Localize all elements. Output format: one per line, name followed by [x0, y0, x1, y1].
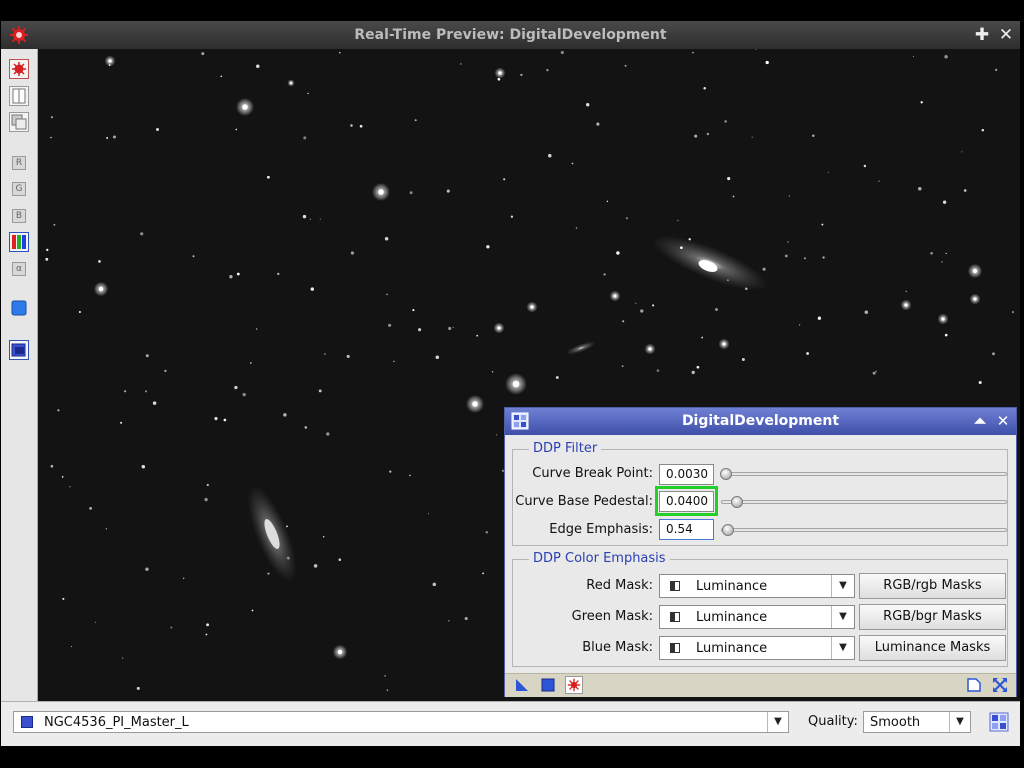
rgb-channels-icon	[12, 235, 26, 249]
rgb-rgb-masks-button[interactable]: RGB/rgb Masks	[859, 573, 1006, 599]
dialog-titlebar[interactable]: DigitalDevelopment ⏶ ✕	[505, 408, 1016, 435]
real-time-preview-icon[interactable]	[565, 676, 583, 694]
luminance-icon	[670, 643, 680, 653]
view-selector-value: NGC4536_PI_Master_L	[44, 715, 189, 730]
curve-break-point-slider-handle[interactable]	[720, 468, 732, 480]
window-title: Real-Time Preview: DigitalDevelopment	[354, 27, 667, 43]
green-mask-combo[interactable]: Luminance ▼	[659, 605, 855, 629]
new-instance-icon[interactable]	[513, 676, 531, 694]
edge-emphasis-field[interactable]: 0.54	[659, 519, 714, 540]
channel-r-button[interactable]: R	[12, 156, 26, 170]
channel-alpha-button[interactable]: α	[12, 262, 26, 276]
chevron-down-icon[interactable]: ▼	[831, 606, 854, 628]
channel-b-button[interactable]: B	[12, 209, 26, 223]
image-view-button[interactable]	[9, 340, 29, 360]
image-view-icon	[21, 716, 33, 728]
image-view-icon	[11, 343, 26, 357]
curve-base-pedestal-label: Curve Base Pedestal:	[515, 494, 653, 509]
edge-emphasis-label: Edge Emphasis:	[549, 522, 653, 537]
browse-documentation-icon[interactable]	[965, 676, 983, 694]
luminance-icon	[670, 581, 680, 591]
compare-view-icon	[11, 114, 27, 130]
curve-break-point-label: Curve Break Point:	[532, 466, 653, 481]
dialog-footer	[505, 673, 1016, 697]
ddp-filter-title: DDP Filter	[529, 441, 602, 456]
curve-base-pedestal-slider[interactable]	[721, 500, 1007, 504]
split-view-icon	[12, 88, 26, 104]
close-button[interactable]: ✕	[996, 25, 1016, 45]
digital-development-dialog: DigitalDevelopment ⏶ ✕ DDP Filter Curve …	[504, 407, 1017, 697]
edge-emphasis-slider-handle[interactable]	[722, 524, 734, 536]
bottom-bar: NGC4536_PI_Master_L ▼ Quality: Smooth ▼	[1, 701, 1020, 746]
rgb-channels-button[interactable]	[9, 232, 29, 252]
ddp-filter-group: DDP Filter Curve Break Point: 0.0030 Cur…	[512, 441, 1008, 546]
ddp-color-emphasis-title: DDP Color Emphasis	[529, 551, 670, 566]
curve-base-pedestal-slider-handle[interactable]	[731, 496, 743, 508]
ddp-color-emphasis-group: DDP Color Emphasis Red Mask: Luminance ▼…	[512, 551, 1008, 667]
compare-view-button[interactable]	[9, 112, 29, 132]
red-mask-combo[interactable]: Luminance ▼	[659, 574, 855, 598]
apply-global-icon[interactable]	[539, 676, 557, 694]
curve-base-pedestal-field[interactable]: 0.0400	[659, 491, 714, 512]
collapse-dialog-button[interactable]: ⏶	[970, 411, 990, 431]
chevron-down-icon[interactable]: ▼	[767, 712, 788, 732]
execute-icon	[12, 62, 26, 76]
reset-icon[interactable]	[991, 676, 1009, 694]
luminance-masks-button[interactable]: Luminance Masks	[859, 635, 1006, 661]
green-mask-value: Luminance	[696, 610, 768, 625]
chevron-down-icon[interactable]: ▼	[949, 712, 970, 732]
close-dialog-button[interactable]: ✕	[993, 411, 1013, 431]
quality-label: Quality:	[808, 714, 858, 729]
blue-square-icon	[11, 300, 27, 316]
red-mask-value: Luminance	[696, 579, 768, 594]
rgb-bgr-masks-button[interactable]: RGB/bgr Masks	[859, 604, 1006, 630]
curve-break-point-field[interactable]: 0.0030	[659, 464, 714, 485]
luminance-icon	[670, 612, 680, 622]
chevron-down-icon[interactable]: ▼	[831, 637, 854, 659]
execute-preview-button[interactable]	[9, 59, 29, 79]
split-view-button[interactable]	[9, 86, 29, 106]
blue-mask-value: Luminance	[696, 641, 768, 656]
green-mask-label: Green Mask:	[571, 609, 653, 624]
edge-emphasis-slider[interactable]	[721, 528, 1007, 532]
red-mask-label: Red Mask:	[586, 578, 653, 593]
zoom-button[interactable]	[9, 299, 29, 319]
curve-break-point-slider[interactable]	[721, 472, 1007, 476]
window-titlebar[interactable]: Real-Time Preview: DigitalDevelopment ✚ …	[1, 21, 1020, 49]
dialog-title: DigitalDevelopment	[681, 413, 840, 429]
quality-combo[interactable]: Smooth ▼	[863, 711, 971, 733]
left-toolbar: R G B α	[1, 49, 38, 701]
channel-g-button[interactable]: G	[12, 182, 26, 196]
blue-mask-label: Blue Mask:	[582, 640, 653, 655]
blue-mask-combo[interactable]: Luminance ▼	[659, 636, 855, 660]
pixinsight-logo-icon[interactable]	[989, 712, 1009, 732]
chevron-down-icon[interactable]: ▼	[831, 575, 854, 597]
quality-value: Smooth	[870, 715, 921, 730]
view-selector-combo[interactable]: NGC4536_PI_Master_L ▼	[13, 711, 789, 733]
pin-button[interactable]: ✚	[972, 25, 992, 45]
